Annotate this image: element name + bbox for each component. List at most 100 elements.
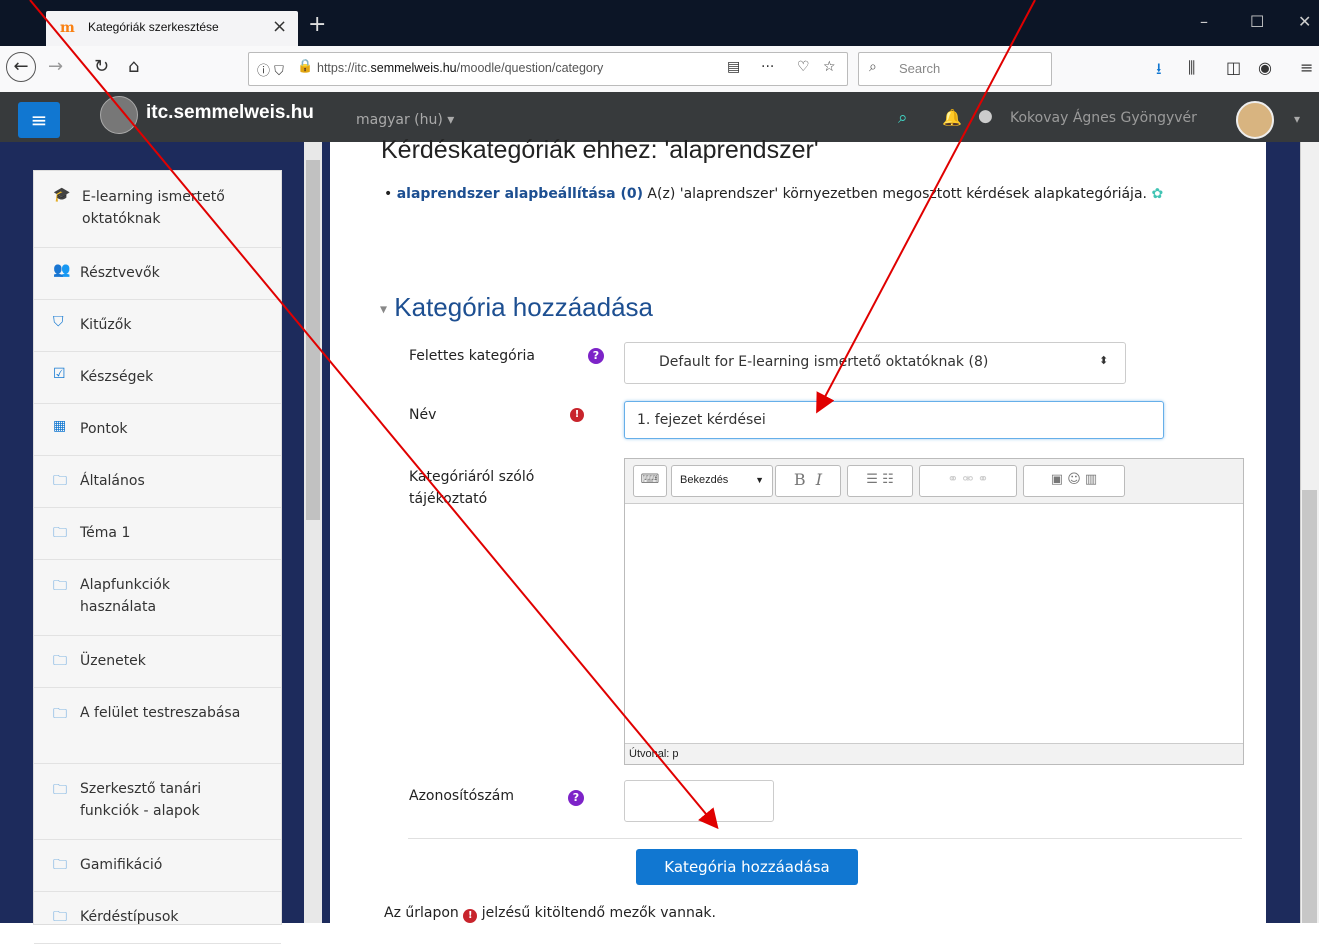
media-icon[interactable]: ▥: [1085, 472, 1097, 487]
link-group[interactable]: ⚭ ⚮ ⚭: [919, 465, 1017, 497]
drawer-item[interactable]: 👥 Résztvevők: [34, 247, 281, 300]
drawer-item[interactable]: 🗀 A felület testreszabása: [34, 687, 281, 764]
home-icon[interactable]: ⌂: [128, 56, 139, 77]
name-input[interactable]: [624, 401, 1164, 439]
bookmark-star-icon[interactable]: ☆: [823, 59, 836, 75]
drawer-item-label: Általános: [80, 473, 145, 489]
drawer-item-label: Gamifikáció: [80, 857, 163, 873]
drawer-item[interactable]: ⛉ Kitűzők: [34, 299, 281, 352]
drawer-item[interactable]: ▦ Pontok: [34, 403, 281, 456]
tab-close-icon[interactable]: ×: [272, 16, 287, 37]
browser-menu-icon[interactable]: ≡: [1300, 58, 1313, 77]
help-icon[interactable]: ?: [588, 348, 604, 364]
paragraph-style-select[interactable]: Bekezdés ▼: [671, 465, 773, 497]
minimize-icon[interactable]: –: [1200, 12, 1208, 31]
drawer-item-label: A felület testreszabása: [80, 705, 241, 721]
moodle-favicon-icon: m: [60, 20, 75, 36]
language-menu[interactable]: magyar (hu) ▾: [356, 112, 454, 128]
link-icon[interactable]: ⚭: [948, 472, 959, 487]
image-icon[interactable]: ▣: [1051, 472, 1063, 487]
reload-icon[interactable]: ↻: [94, 56, 109, 77]
list-group[interactable]: ☰ ☷: [847, 465, 913, 497]
folder-icon: 🗀: [53, 525, 67, 541]
idnumber-label: Azonosítószám: [409, 788, 515, 804]
bullet-list-icon[interactable]: ☰: [866, 472, 878, 487]
drawer-item[interactable]: 🗀 Üzenetek: [34, 635, 281, 688]
anchor-icon[interactable]: ⚭: [978, 472, 989, 487]
section-title: Kategória hozzáadása: [394, 292, 654, 322]
new-tab-button[interactable]: +: [308, 12, 326, 37]
tab-title: Kategóriák szerkesztése: [88, 20, 219, 34]
numbered-list-icon[interactable]: ☷: [882, 472, 894, 487]
idnumber-input[interactable]: [624, 780, 774, 822]
search-placeholder: Search: [899, 61, 941, 76]
drawer-toggle-button[interactable]: ≡: [18, 102, 60, 138]
address-bar[interactable]: ⓘ ⛉ 🔒 https://itc.semmelweis.hu/moodle/q…: [248, 52, 848, 86]
required-note: Az űrlapon ! jelzésű kitöltendő mezők va…: [384, 905, 716, 923]
chevron-down-icon[interactable]: ▾: [1294, 112, 1300, 126]
back-arrow-icon[interactable]: ←: [6, 52, 36, 82]
drawer-item-label: Készségek: [80, 369, 154, 385]
page-title: Kérdéskategóriák ehhez: 'alaprendszer': [381, 136, 819, 164]
drawer-scrollbar-thumb[interactable]: [306, 160, 320, 520]
gear-icon[interactable]: ✿: [1151, 186, 1163, 202]
search-icon[interactable]: ⌕: [898, 108, 908, 128]
description-label: Kategóriáról szóló tájékoztató: [409, 469, 535, 507]
avatar[interactable]: [1236, 101, 1274, 139]
required-icon: !: [570, 408, 584, 422]
browser-search-box[interactable]: ⌕ Search: [858, 52, 1052, 86]
page-scrollbar-thumb[interactable]: [1302, 490, 1317, 923]
category-link[interactable]: alaprendszer alapbeállítása (0): [397, 186, 643, 202]
maximize-icon[interactable]: ☐: [1250, 12, 1264, 31]
drawer-item[interactable]: 🗀 Kérdéstípusok: [34, 891, 281, 944]
editor-toolbar: ⌨ Bekezdés ▼ B I ☰ ☷ ⚭ ⚮ ⚭ ▣ ☺ ▥: [625, 459, 1243, 504]
site-name[interactable]: itc.semmelweis.hu: [146, 102, 314, 124]
pocket-icon[interactable]: ♡: [797, 59, 810, 75]
info-shield-icon[interactable]: ⓘ ⛉: [257, 60, 284, 79]
user-name[interactable]: Kokovay Ágnes Gyöngyvér: [1010, 110, 1197, 126]
emoticon-icon[interactable]: ☺: [1067, 472, 1081, 487]
sidebar-toggle-icon[interactable]: ◫: [1226, 58, 1241, 77]
drawer-item[interactable]: 🗀 Szerkesztő tanári funkciók - alapok: [34, 763, 281, 840]
library-icon[interactable]: ⫼: [1188, 58, 1195, 78]
folder-icon: 🗀: [53, 653, 67, 669]
download-icon[interactable]: ⭳: [1156, 58, 1162, 85]
media-group[interactable]: ▣ ☺ ▥: [1023, 465, 1125, 497]
add-category-button[interactable]: Kategória hozzáadása: [636, 849, 858, 885]
help-icon[interactable]: ?: [568, 790, 584, 806]
unlink-icon[interactable]: ⚮: [963, 472, 974, 487]
keyboard-icon[interactable]: ⌨: [633, 465, 667, 497]
window-close-icon[interactable]: ✕: [1298, 12, 1311, 31]
drawer-item[interactable]: 🎓 E-learning ismertető oktatóknak: [34, 171, 281, 248]
name-label: Név: [409, 407, 437, 423]
caret-down-icon: ▾: [380, 300, 388, 317]
folder-icon: 🗀: [53, 473, 67, 489]
bold-icon[interactable]: B: [794, 470, 806, 489]
drawer-item[interactable]: 🗀 Téma 1: [34, 507, 281, 560]
section-heading[interactable]: ▾ Kategória hozzáadása: [380, 292, 653, 323]
chevron-down-icon: ▼: [755, 475, 764, 485]
forward-arrow-icon[interactable]: →: [48, 56, 63, 77]
reader-view-icon[interactable]: ▤: [727, 59, 740, 75]
account-icon[interactable]: ◉: [1258, 58, 1272, 77]
folder-icon: 🗀: [53, 578, 67, 594]
page-actions-icon[interactable]: ···: [761, 59, 774, 75]
parent-category-select[interactable]: Default for E-learning ismertető oktatók…: [624, 342, 1126, 384]
drawer-item[interactable]: ☑ Készségek: [34, 351, 281, 404]
drawer-item-label: Szerkesztő tanári funkciók - alapok: [80, 781, 202, 819]
bold-italic-group[interactable]: B I: [775, 465, 841, 497]
folder-icon: 🗀: [53, 706, 67, 722]
drawer-item-label: Üzenetek: [80, 653, 146, 669]
drawer-item[interactable]: 🗀 Gamifikáció: [34, 839, 281, 892]
italic-icon[interactable]: I: [816, 470, 822, 489]
text-editor: ⌨ Bekezdés ▼ B I ☰ ☷ ⚭ ⚮ ⚭ ▣ ☺ ▥ Útvonal:…: [624, 458, 1244, 765]
parent-category-value: Default for E-learning ismertető oktatók…: [659, 354, 989, 370]
drawer-item[interactable]: 🗀 Alapfunkciók használata: [34, 559, 281, 636]
bell-icon[interactable]: 🔔: [942, 108, 962, 127]
site-logo[interactable]: [100, 96, 138, 134]
required-note-end: jelzésű kitöltendő mezők vannak.: [477, 905, 716, 921]
table-icon: ▦: [53, 418, 67, 434]
drawer-item[interactable]: 🗀 Általános: [34, 455, 281, 508]
messages-icon[interactable]: ●: [978, 106, 993, 126]
browser-tab[interactable]: m Kategóriák szerkesztése ×: [46, 11, 298, 46]
